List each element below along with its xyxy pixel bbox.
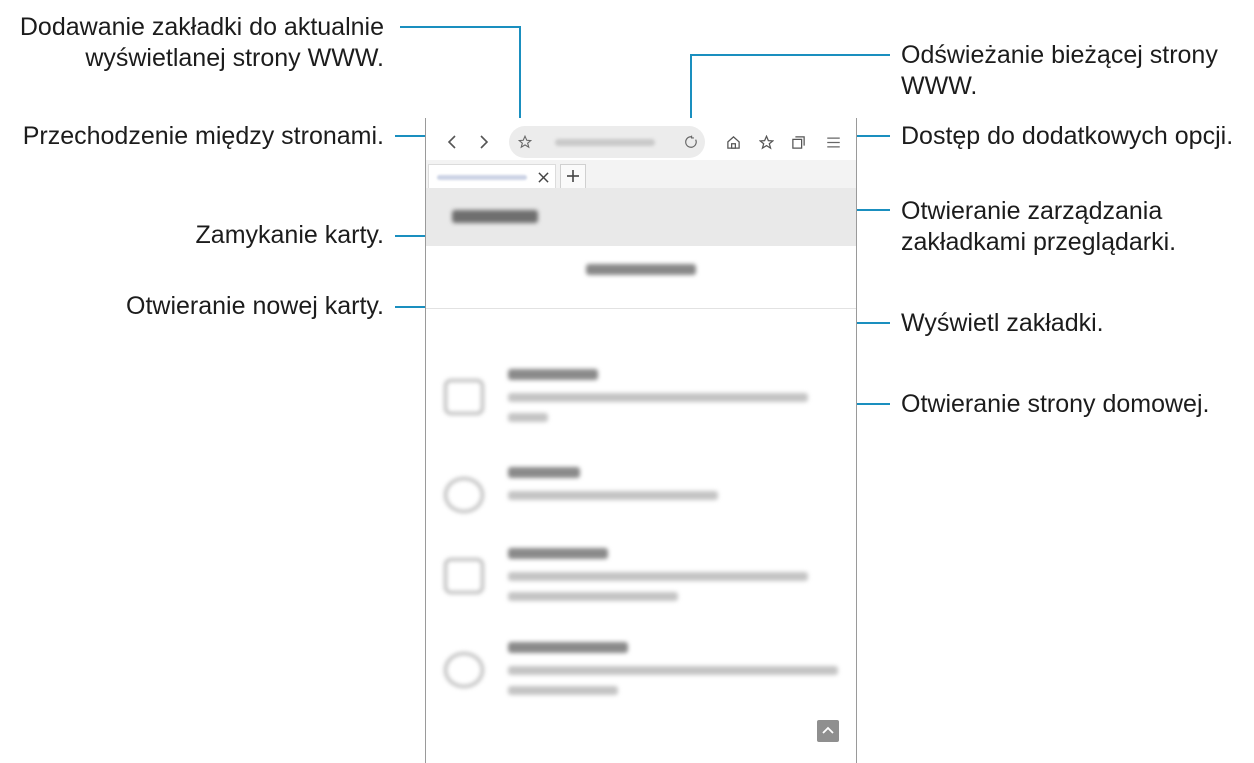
bookmark-star-icon[interactable] — [513, 130, 537, 154]
filters-bar — [426, 188, 856, 246]
callout-add-bookmark: Dodawanie zakładki do aktualnie wyświetl… — [20, 12, 384, 74]
callout-more-options: Dostęp do dodatkowych opcji. — [901, 122, 1234, 150]
callout-tab-manager-line1: Otwieranie zarządzania — [901, 197, 1163, 225]
address-text — [555, 139, 655, 146]
forward-icon[interactable] — [472, 126, 496, 158]
scroll-top-icon — [822, 726, 834, 734]
feature-item — [426, 636, 856, 716]
browser-tab[interactable] — [428, 164, 556, 189]
menu-icon[interactable] — [821, 130, 845, 154]
feature-item — [426, 363, 856, 443]
close-icon[interactable] — [533, 167, 553, 187]
callout-add-bookmark-line1: Dodawanie zakładki do aktualnie — [19, 13, 384, 41]
new-tab-button[interactable] — [560, 164, 586, 190]
plus-icon — [567, 170, 579, 182]
callout-navigate: Przechodzenie między stronami. — [22, 122, 384, 150]
callout-view-bookmarks: Wyświetl zakładki. — [901, 309, 1104, 337]
home-icon[interactable] — [721, 130, 745, 154]
callout-add-bookmark-line2: wyświetlanej strony WWW. — [85, 44, 384, 72]
filters-label-blurred — [452, 210, 538, 223]
address-bar[interactable] — [509, 126, 705, 158]
content-divider — [426, 308, 856, 309]
tab-title — [437, 175, 527, 180]
refresh-icon[interactable] — [679, 130, 703, 154]
tab-bar — [426, 160, 856, 190]
back-icon[interactable] — [440, 126, 464, 158]
callout-tab-manager-line2: zakładkami przeglądarki. — [901, 228, 1177, 256]
callout-new-tab: Otwieranie nowej karty. — [126, 292, 384, 320]
callout-refresh-line1: Odświeżanie bieżącej strony — [901, 41, 1218, 69]
view-more-blurred — [586, 264, 696, 275]
tabs-icon[interactable] — [786, 130, 810, 154]
feature-item — [426, 542, 856, 622]
callout-refresh-line2: WWW. — [901, 72, 978, 100]
callout-tab-manager: Otwieranie zarządzania zakładkami przegl… — [901, 196, 1176, 258]
callout-home-page: Otwieranie strony domowej. — [901, 390, 1210, 418]
feature-item — [426, 461, 856, 541]
callout-refresh: Odświeżanie bieżącej strony WWW. — [901, 40, 1218, 102]
scroll-top-button[interactable] — [817, 720, 839, 742]
bookmarks-icon[interactable] — [754, 130, 778, 154]
browser-frame — [425, 118, 857, 763]
callout-close-tab: Zamykanie karty. — [195, 221, 384, 249]
